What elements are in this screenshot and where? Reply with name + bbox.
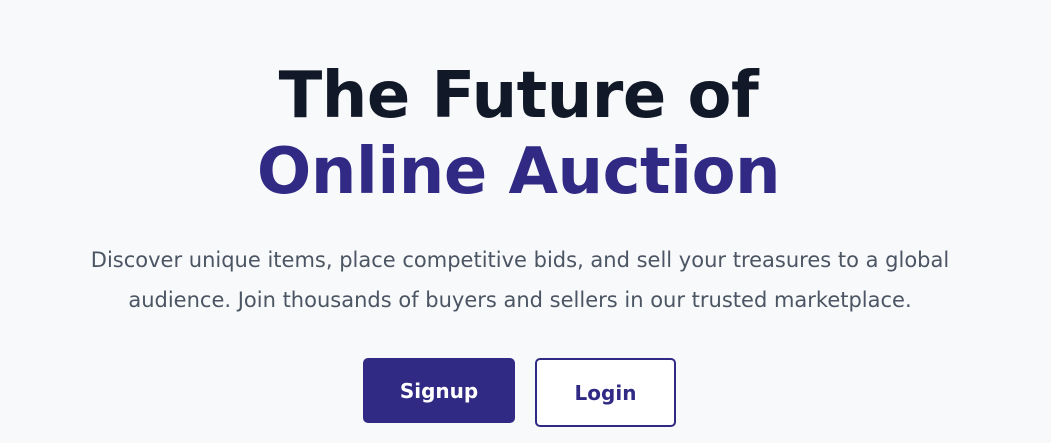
- hero-description: Discover unique items, place competitive…: [90, 248, 950, 312]
- login-button[interactable]: Login: [535, 358, 676, 427]
- hero-title-line-2: Online Auction: [256, 135, 781, 209]
- hero-title: The Future of Online Auction: [0, 58, 1037, 210]
- hero-section: The Future of Online Auction Discover un…: [0, 0, 1051, 443]
- hero-button-row: Signup Login: [363, 358, 683, 428]
- hero-title-line-1: The Future of: [278, 59, 759, 133]
- signup-button-label: Signup: [399, 378, 479, 403]
- signup-button[interactable]: Signup: [363, 358, 515, 423]
- login-button-label: Login: [574, 380, 637, 405]
